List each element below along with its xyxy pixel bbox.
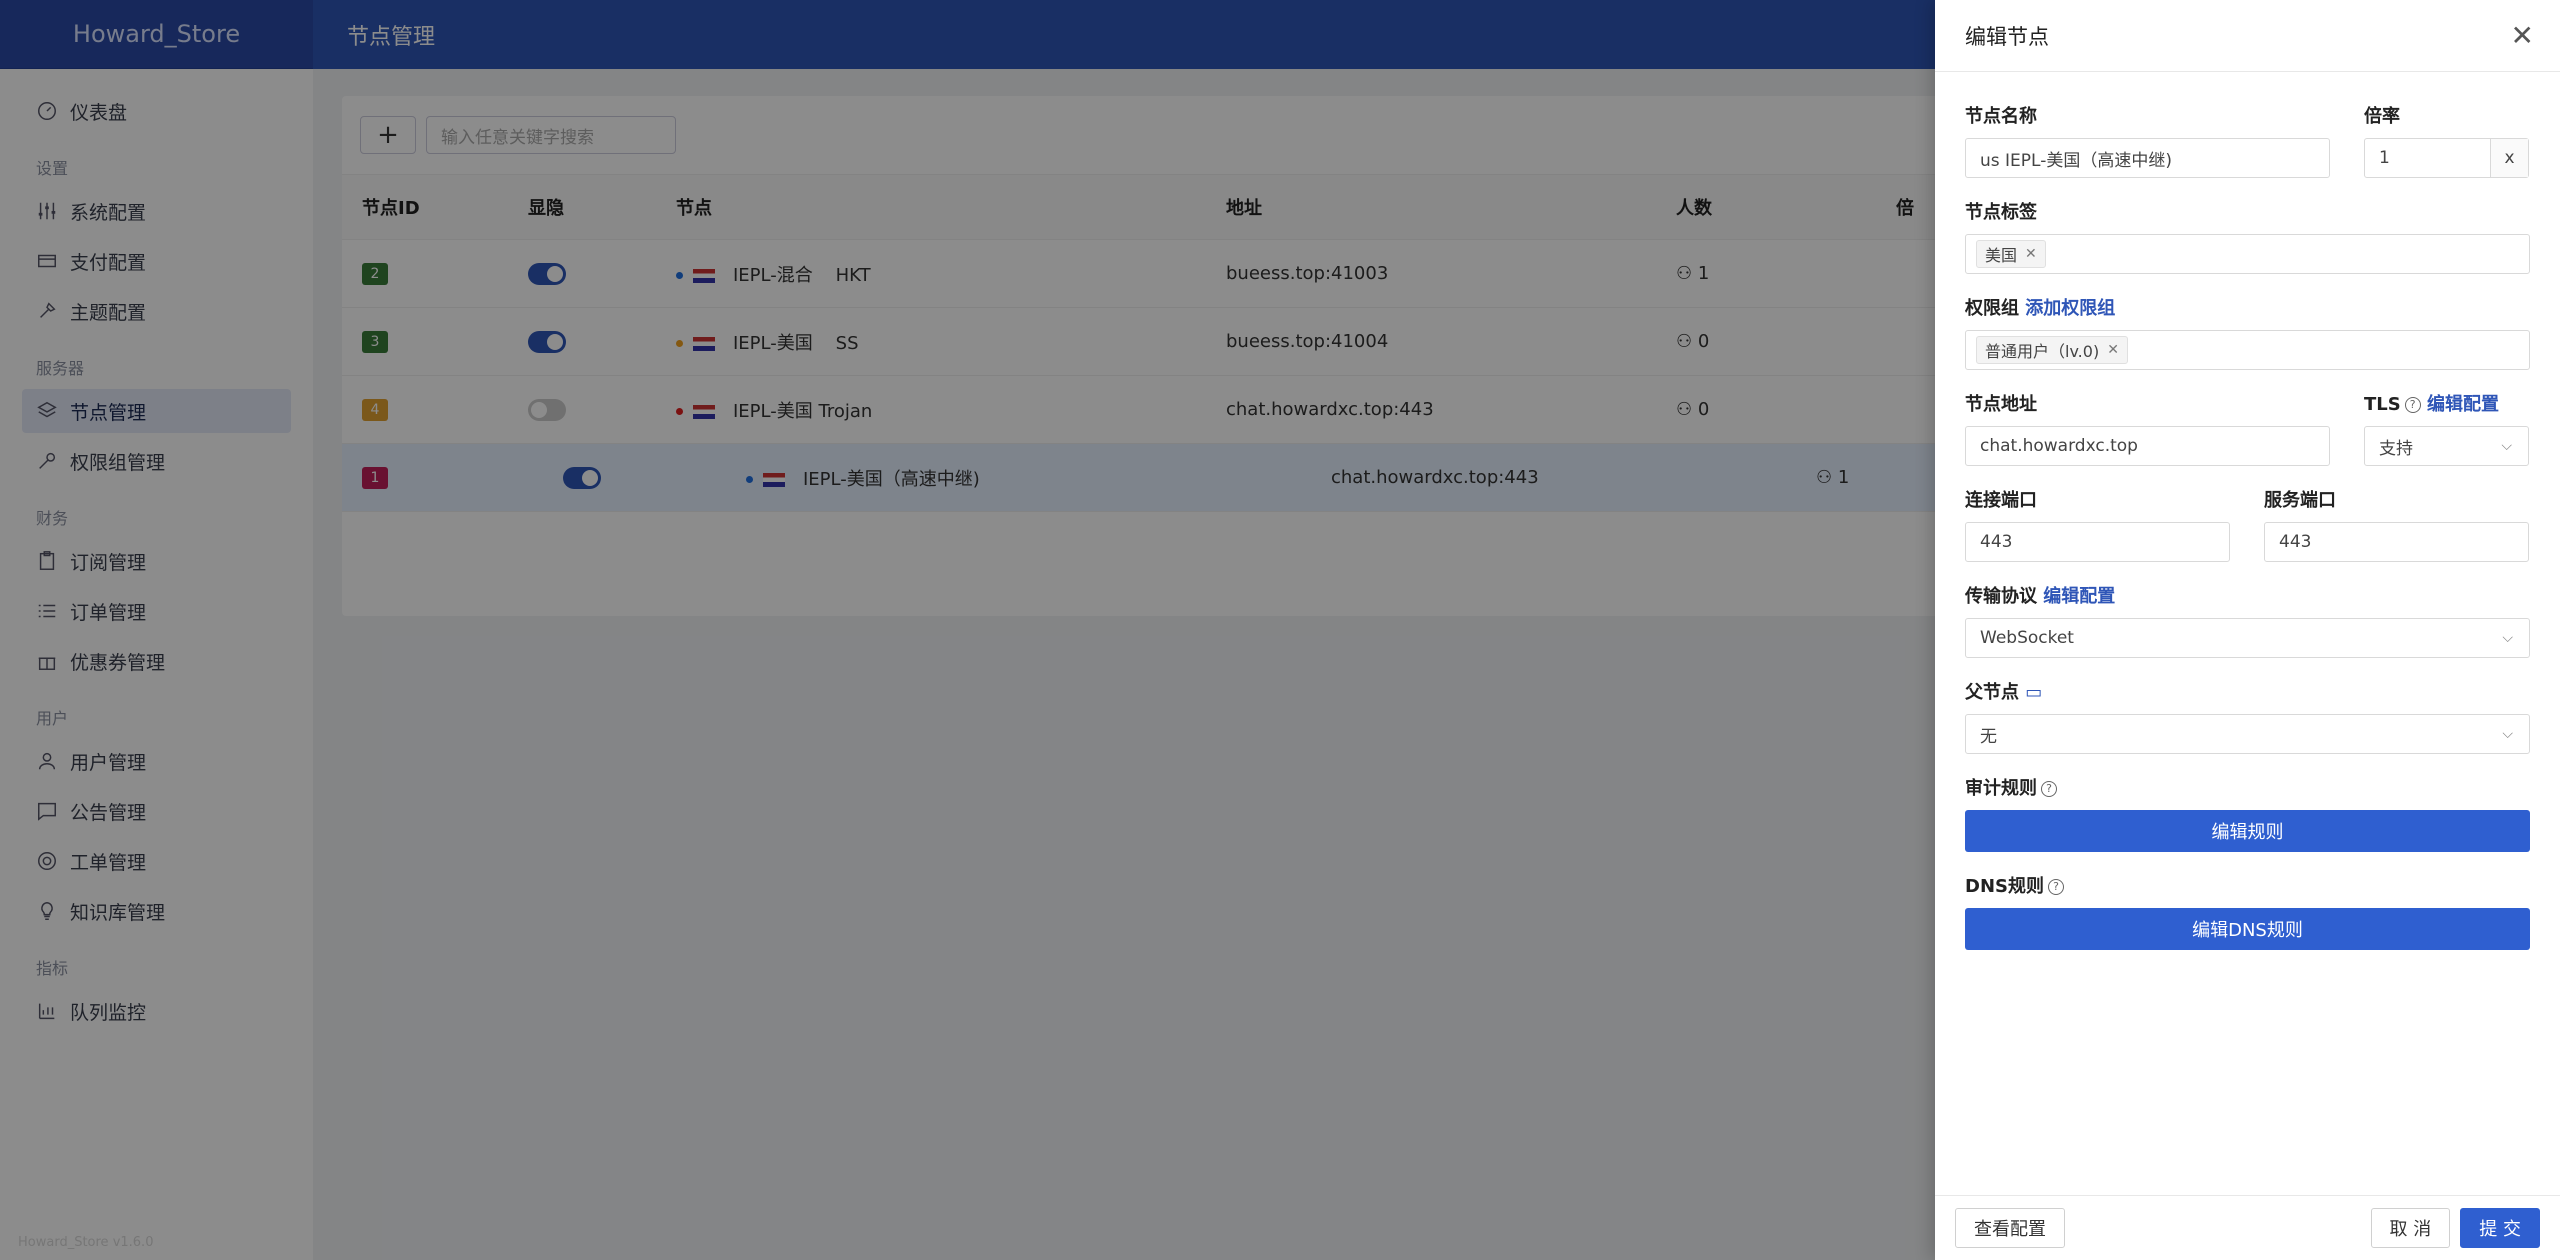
tags-label: 节点标签	[1965, 202, 2037, 223]
book-icon[interactable]: ▭	[2025, 682, 2042, 703]
submit-button[interactable]: 提 交	[2460, 1208, 2540, 1248]
edit-dns-rules-button[interactable]: 编辑DNS规则	[1965, 908, 2530, 950]
dns-label-text: DNS规则	[1965, 876, 2044, 897]
add-group-link[interactable]: 添加权限组	[2025, 298, 2115, 319]
dns-label: DNS规则?	[1965, 872, 2530, 898]
name-label: 节点名称	[1965, 106, 2037, 127]
port-input[interactable]: 443	[1965, 522, 2230, 562]
chevron-down-icon: ⌵	[2502, 630, 2513, 646]
modal-mask[interactable]	[0, 0, 1935, 1260]
view-config-button[interactable]: 查看配置	[1955, 1208, 2065, 1248]
node-address-input[interactable]: chat.howardxc.top	[1965, 426, 2330, 466]
protocol-value: WebSocket	[1980, 628, 2074, 648]
port-label: 连接端口	[1965, 490, 2037, 511]
rate-label: 倍率	[2364, 106, 2400, 127]
tls-select[interactable]: 支持 ⌵	[2364, 426, 2529, 466]
node-tag: 美国 ✕	[1976, 240, 2046, 268]
rate-input-group: 1 x	[2364, 138, 2529, 178]
node-name-input[interactable]: us IEPL-美国（高速中继)	[1965, 138, 2330, 178]
audit-label: 审计规则?	[1965, 774, 2530, 800]
server-port-label: 服务端口	[2264, 490, 2336, 511]
audit-label-text: 审计规则	[1965, 778, 2037, 799]
tag-remove-icon[interactable]: ✕	[2025, 246, 2037, 262]
rate-input[interactable]: 1	[2365, 148, 2490, 168]
tag-text: 普通用户（lv.0)	[1985, 342, 2100, 361]
rate-suffix: x	[2490, 139, 2528, 177]
tag-remove-icon[interactable]: ✕	[2107, 342, 2119, 358]
help-icon[interactable]: ?	[2041, 781, 2057, 797]
drawer-footer: 查看配置 取 消 提 交	[1935, 1195, 2560, 1260]
tag-text: 美国	[1985, 246, 2018, 265]
help-icon[interactable]: ?	[2047, 879, 2064, 895]
tls-label-text: TLS	[2364, 394, 2401, 415]
tags-input[interactable]: 美国 ✕	[1965, 234, 2530, 274]
parent-value: 无	[1980, 726, 1997, 747]
group-tag: 普通用户（lv.0) ✕	[1976, 336, 2128, 364]
footer-actions: 取 消 提 交	[2370, 1208, 2540, 1248]
proto-label: 传输协议 编辑配置	[1965, 582, 2530, 608]
drawer-header: 编辑节点 ✕	[1935, 0, 2560, 72]
protocol-select[interactable]: WebSocket ⌵	[1965, 618, 2530, 658]
parent-label-text: 父节点	[1965, 682, 2019, 703]
close-icon[interactable]: ✕	[2511, 19, 2534, 52]
proto-edit-link[interactable]: 编辑配置	[2043, 586, 2115, 607]
parent-select[interactable]: 无 ⌵	[1965, 714, 2530, 754]
chevron-down-icon: ⌵	[2501, 438, 2512, 454]
help-icon[interactable]: ?	[2404, 397, 2421, 413]
server-port-input[interactable]: 443	[2264, 522, 2529, 562]
chevron-down-icon: ⌵	[2502, 726, 2513, 742]
tls-value: 支持	[2379, 438, 2413, 459]
parent-label: 父节点 ▭	[1965, 678, 2530, 704]
edit-node-drawer: 编辑节点 ✕ 节点名称 us IEPL-美国（高速中继) 倍率 1 x 节点标签…	[1935, 0, 2560, 1260]
group-label-text: 权限组	[1965, 298, 2019, 319]
cancel-button[interactable]: 取 消	[2370, 1208, 2451, 1248]
addr-label: 节点地址	[1965, 394, 2037, 415]
drawer-title: 编辑节点	[1965, 24, 2049, 49]
group-input[interactable]: 普通用户（lv.0) ✕	[1965, 330, 2530, 370]
node-form: 节点名称 us IEPL-美国（高速中继) 倍率 1 x 节点标签 美国 ✕ 权限…	[1935, 72, 2560, 960]
tls-label: TLS? 编辑配置	[2364, 390, 2529, 416]
group-label: 权限组 添加权限组	[1965, 294, 2530, 320]
proto-label-text: 传输协议	[1965, 586, 2037, 607]
tls-edit-link[interactable]: 编辑配置	[2427, 394, 2499, 415]
edit-rules-button[interactable]: 编辑规则	[1965, 810, 2530, 852]
